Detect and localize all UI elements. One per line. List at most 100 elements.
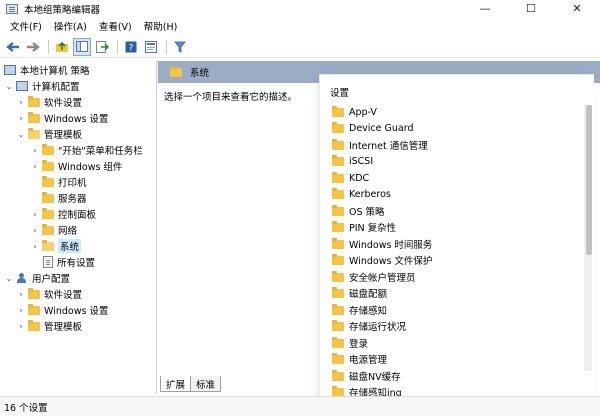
folder-icon xyxy=(28,111,40,123)
properties-icon[interactable] xyxy=(142,38,160,56)
tree-item-label: Windows 设置 xyxy=(44,114,109,125)
menu-action[interactable]: 操作(A) xyxy=(48,19,93,33)
folder-icon xyxy=(332,237,344,249)
tree-item-control-panel[interactable]: › 控制面板 xyxy=(30,206,96,222)
folder-icon xyxy=(28,303,40,315)
tree-item-software-settings[interactable]: › 软件设置 xyxy=(16,94,82,110)
folder-icon xyxy=(42,207,54,219)
list-item[interactable]: 电源管理 xyxy=(330,351,387,367)
tree-item-local-computer-policy[interactable]: 本地计算机 策略 xyxy=(2,62,90,78)
app-icon xyxy=(6,3,18,14)
list-item[interactable]: KDC xyxy=(330,170,369,186)
chevron-right-icon[interactable]: › xyxy=(30,226,40,235)
folder-icon xyxy=(42,143,54,155)
list-item[interactable]: App-V xyxy=(330,104,377,120)
list-item-label: Windows 文件保护 xyxy=(349,256,433,267)
tree-item-label: 用户配置 xyxy=(32,274,71,285)
show-hide-tree-icon[interactable] xyxy=(73,37,91,56)
chevron-right-icon[interactable]: › xyxy=(16,98,26,107)
chevron-right-icon[interactable]: › xyxy=(16,290,26,299)
scrollbar-thumb[interactable] xyxy=(586,105,592,255)
export-list-icon[interactable] xyxy=(93,38,111,56)
list-item[interactable]: 存储运行状况 xyxy=(330,318,406,334)
menu-view[interactable]: 查看(V) xyxy=(93,19,138,33)
minimize-button[interactable]: — xyxy=(462,0,508,17)
list-item[interactable]: Windows 文件保护 xyxy=(330,252,432,268)
folder-icon xyxy=(42,175,54,187)
chevron-right-icon[interactable]: › xyxy=(16,322,26,331)
folder-icon xyxy=(332,204,344,216)
svg-text:?: ? xyxy=(129,43,134,53)
tree-item-user-config[interactable]: ⌄ 用户配置 xyxy=(4,270,70,286)
title-bar: 本地组策略编辑器 — ☐ ✕ xyxy=(0,0,600,17)
chevron-down-icon[interactable]: ⌄ xyxy=(4,82,14,91)
folder-icon xyxy=(332,303,344,315)
back-icon[interactable] xyxy=(4,38,22,56)
list-item[interactable]: PIN 复杂性 xyxy=(330,219,396,235)
tree-item-server[interactable]: 服务器 xyxy=(30,190,87,206)
menu-help[interactable]: 帮助(H) xyxy=(138,19,184,33)
list-item[interactable]: 安全帐户管理员 xyxy=(330,269,416,285)
tree-item-label: 控制面板 xyxy=(58,210,97,221)
tree-item-all-settings[interactable]: 所有设置 xyxy=(30,254,95,270)
tree-item-label: Windows 组件 xyxy=(58,162,123,173)
chevron-right-icon[interactable]: › xyxy=(30,162,40,171)
chevron-right-icon[interactable]: › xyxy=(16,114,26,123)
chevron-down-icon[interactable]: ⌄ xyxy=(4,274,14,283)
list-item[interactable]: 登录 xyxy=(330,335,368,351)
list-item-label: iSCSI xyxy=(349,155,374,167)
folder-icon xyxy=(332,319,344,331)
details-header-title: 系统 xyxy=(190,68,210,79)
tree-item-printers[interactable]: 打印机 xyxy=(30,174,87,190)
view-tabs: 扩展 标准 xyxy=(160,376,222,392)
list-item[interactable]: Windows 时间服务 xyxy=(330,236,432,252)
list-item[interactable]: Internet 通信管理 xyxy=(330,137,428,153)
tree-item-computer-config[interactable]: ⌄ 计算机配置 xyxy=(4,78,80,94)
tree-item-network[interactable]: › 网络 xyxy=(30,222,77,238)
list-item[interactable]: Kerberos xyxy=(330,186,391,202)
computer-policy-icon xyxy=(4,65,16,75)
computer-icon xyxy=(16,81,28,91)
tree-item-label: 软件设置 xyxy=(44,98,83,109)
tree-item-user-admin-templates[interactable]: › 管理模板 xyxy=(16,318,82,334)
list-item[interactable]: OS 策略 xyxy=(330,203,385,219)
list-column-header-settings[interactable]: 设置 xyxy=(330,85,349,99)
tab-extended[interactable]: 扩展 xyxy=(160,376,192,392)
settings-doc-icon xyxy=(43,256,53,268)
tree-item-user-windows-settings[interactable]: › Windows 设置 xyxy=(16,302,108,318)
folder-icon xyxy=(332,154,344,166)
menu-bar: 文件(F) 操作(A) 查看(V) 帮助(H) xyxy=(0,17,600,35)
maximize-button[interactable]: ☐ xyxy=(508,0,554,17)
settings-list: 设置 App-V Device Guard Internet 通信管理 iSCS… xyxy=(319,74,594,414)
tree-item-windows-components[interactable]: › Windows 组件 xyxy=(30,158,122,174)
menu-file[interactable]: 文件(F) xyxy=(4,19,48,33)
tree-item-windows-settings[interactable]: › Windows 设置 xyxy=(16,110,108,126)
list-item[interactable]: 磁盘配额 xyxy=(330,285,387,301)
list-item[interactable]: 存储感知 xyxy=(330,302,387,318)
list-item[interactable]: iSCSI xyxy=(330,153,373,169)
chevron-right-icon[interactable]: › xyxy=(30,146,40,155)
chevron-down-icon[interactable]: ⌄ xyxy=(16,130,26,139)
tree-item-admin-templates[interactable]: ⌄ 管理模板 xyxy=(16,126,82,142)
toolbar-separator xyxy=(117,39,118,54)
chevron-right-icon[interactable]: › xyxy=(16,306,26,315)
list-item-label: Internet 通信管理 xyxy=(349,141,428,152)
folder-icon xyxy=(42,191,54,203)
list-item[interactable]: 磁盘NV缓存 xyxy=(330,368,401,384)
up-folder-icon[interactable] xyxy=(53,38,71,56)
filter-icon[interactable] xyxy=(171,38,189,56)
tree-item-user-software-settings[interactable]: › 软件设置 xyxy=(16,286,82,302)
tab-standard[interactable]: 标准 xyxy=(190,376,222,392)
tree-item-label: 管理模板 xyxy=(44,130,83,141)
tree-item-system[interactable]: › 系统 xyxy=(30,238,82,254)
folder-icon xyxy=(42,223,54,235)
chevron-right-icon[interactable]: › xyxy=(30,242,40,251)
chevron-right-icon[interactable]: › xyxy=(30,210,40,219)
forward-icon[interactable] xyxy=(24,38,42,56)
list-item-label: 磁盘配额 xyxy=(349,289,388,300)
list-item[interactable]: Device Guard xyxy=(330,120,413,136)
tree-item-start-menu-taskbar[interactable]: › "开始"菜单和任务栏 xyxy=(30,142,143,158)
help-icon[interactable]: ? xyxy=(122,38,140,56)
close-button[interactable]: ✕ xyxy=(554,0,600,17)
folder-icon xyxy=(170,65,182,77)
